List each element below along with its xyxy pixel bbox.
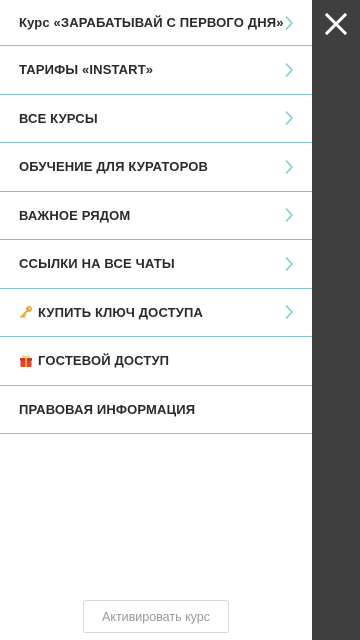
menu-item-tariffs[interactable]: ТАРИФЫ «INSTART»	[0, 46, 312, 95]
menu-item-label: ОБУЧЕНИЕ ДЛЯ КУРАТОРОВ	[19, 159, 209, 175]
drawer-scrim[interactable]	[312, 0, 360, 640]
menu-item-chat-links[interactable]: ССЫЛКИ НА ВСЕ ЧАТЫ	[0, 240, 312, 289]
gift-icon	[19, 354, 33, 368]
menu-item-course[interactable]: Курс «ЗАРАБАТЫВАЙ С ПЕРВОГО ДНЯ»	[0, 0, 312, 46]
chevron-right-icon	[285, 111, 293, 126]
menu-item-label-row: ГОСТЕВОЙ ДОСТУП	[19, 353, 169, 368]
menu-item-label: Курс «ЗАРАБАТЫВАЙ С ПЕРВОГО ДНЯ»	[19, 15, 284, 30]
menu-item-legal-info[interactable]: ПРАВОВАЯ ИНФОРМАЦИЯ	[0, 386, 312, 434]
menu-item-label-row: КУПИТЬ КЛЮЧ ДОСТУПА	[19, 305, 203, 320]
menu-item-label: КУПИТЬ КЛЮЧ ДОСТУПА	[38, 304, 204, 320]
menu-item-label: ССЫЛКИ НА ВСЕ ЧАТЫ	[19, 256, 175, 272]
close-button[interactable]	[322, 10, 350, 38]
menu-item-label: ВАЖНОЕ РЯДОМ	[19, 207, 131, 223]
menu-item-guest-access[interactable]: ГОСТЕВОЙ ДОСТУП	[0, 337, 312, 386]
menu-item-important-nearby[interactable]: ВАЖНОЕ РЯДОМ	[0, 192, 312, 240]
chevron-right-icon	[285, 208, 293, 223]
activate-course-button[interactable]: Активировать курс	[83, 600, 229, 633]
chevron-right-icon	[285, 159, 293, 174]
key-icon	[19, 305, 33, 319]
close-icon	[324, 12, 348, 36]
chevron-right-icon	[285, 305, 293, 320]
chevron-right-icon	[285, 62, 293, 77]
menu-item-label: ВСЕ КУРСЫ	[19, 110, 98, 126]
menu-item-buy-access-key[interactable]: КУПИТЬ КЛЮЧ ДОСТУПА	[0, 289, 312, 337]
navigation-drawer: Курс «ЗАРАБАТЫВАЙ С ПЕРВОГО ДНЯ» ТАРИФЫ …	[0, 0, 312, 640]
menu-item-label: ТАРИФЫ «INSTART»	[19, 62, 154, 78]
menu-item-label: ПРАВОВАЯ ИНФОРМАЦИЯ	[19, 401, 196, 417]
menu-item-curator-training[interactable]: ОБУЧЕНИЕ ДЛЯ КУРАТОРОВ	[0, 143, 312, 192]
menu-item-label: ГОСТЕВОЙ ДОСТУП	[38, 353, 170, 369]
menu-item-all-courses[interactable]: ВСЕ КУРСЫ	[0, 95, 312, 143]
chevron-right-icon	[285, 256, 293, 271]
chevron-right-icon	[285, 15, 293, 30]
